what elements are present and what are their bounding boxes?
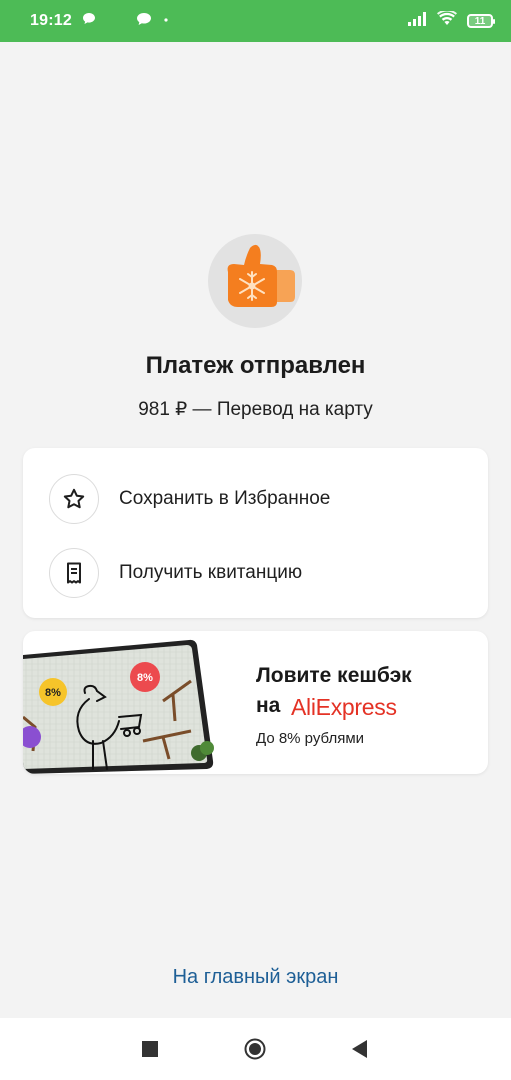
- get-receipt-label: Получить квитанцию: [119, 562, 303, 583]
- promo-headline: Ловите кешбэк: [256, 664, 412, 687]
- chat-bubble-icon: [136, 12, 152, 31]
- status-bar: 19:12 11: [0, 0, 511, 42]
- wifi-icon: [437, 9, 457, 31]
- promo-prefix: на: [256, 694, 281, 717]
- recents-square-icon[interactable]: [130, 1018, 170, 1080]
- promo-subtitle: До 8% рублями: [256, 730, 365, 747]
- go-home-link[interactable]: На главный экран: [0, 966, 511, 989]
- system-nav-bar: [0, 1018, 511, 1080]
- badge-left-text: 8%: [45, 687, 61, 699]
- aliexpress-logo: AliExpress: [291, 694, 397, 720]
- actions-card: Сохранить в Избранное Получить квитанцию: [23, 448, 488, 618]
- home-circle-icon[interactable]: [235, 1018, 275, 1080]
- dot-icon: [162, 12, 174, 30]
- chat-bubble-icon: [82, 12, 96, 30]
- signal-icon: [407, 11, 427, 31]
- promo-illustration: 8% 8%: [23, 639, 214, 774]
- page-title: Платеж отправлен: [145, 352, 366, 379]
- save-favorite-button[interactable]: Сохранить в Избранное: [23, 462, 488, 536]
- back-triangle-icon[interactable]: [340, 1018, 380, 1080]
- success-illustration: [208, 234, 302, 328]
- cashback-promo-banner[interactable]: 8% 8% Ловите кешбэк на AliExpress До 8% …: [23, 631, 488, 774]
- receipt-icon: [49, 548, 99, 598]
- badge-right-text: 8%: [137, 672, 153, 684]
- get-receipt-button[interactable]: Получить квитанцию: [23, 536, 488, 610]
- battery-icon: 11: [467, 14, 495, 28]
- save-favorite-label: Сохранить в Избранное: [119, 488, 331, 509]
- status-time: 19:12: [30, 12, 72, 29]
- thumbs-up-mitten-icon: [208, 244, 302, 332]
- star-icon: [49, 474, 99, 524]
- payment-summary: 981 ₽ — Перевод на карту: [138, 399, 373, 420]
- battery-level: 11: [474, 15, 486, 27]
